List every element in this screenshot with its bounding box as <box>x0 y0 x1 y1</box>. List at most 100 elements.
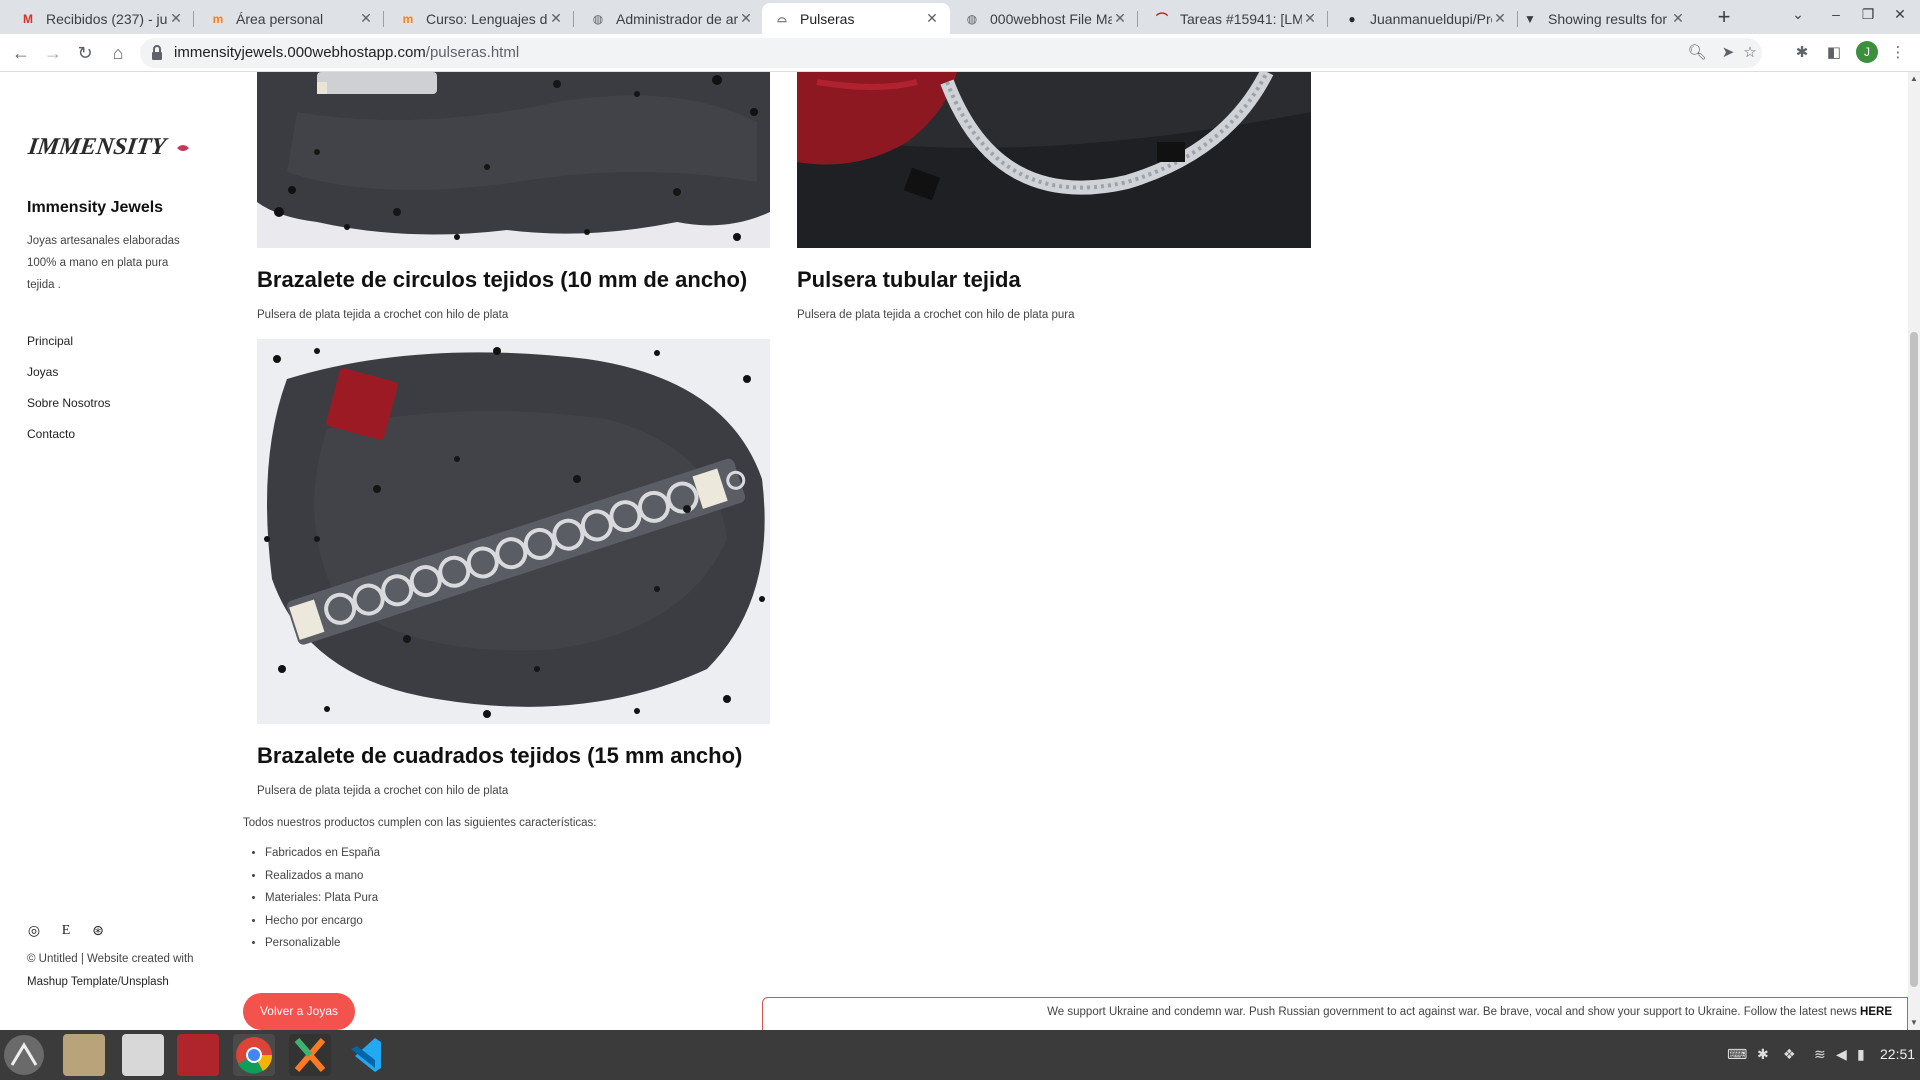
send-icon[interactable]: ➤ <box>1718 43 1738 63</box>
product-image-circulos[interactable] <box>257 72 770 248</box>
tab-search-icon[interactable]: ⌄ <box>1786 6 1810 23</box>
tab-administrador[interactable]: ◍ Administrador de arc ✕ <box>578 3 764 34</box>
close-icon[interactable]: ✕ <box>1112 10 1128 27</box>
restore-icon[interactable]: ❐ <box>1856 6 1880 23</box>
tab-github[interactable]: ● Juanmanueldupi/Pro ✕ <box>1332 3 1518 34</box>
browser-toolbar: ← → ↻ ⌂ immensityjewels.000webhostapp.co… <box>0 34 1920 72</box>
dropbox-icon[interactable]: ❖ <box>1783 1046 1796 1063</box>
close-icon[interactable]: ✕ <box>1492 10 1508 27</box>
tab-title: Juanmanueldupi/Pro <box>1370 10 1492 27</box>
mashup-template-link[interactable]: Mashup Template <box>27 976 118 988</box>
url-host: immensityjewels.000webhostapp.com <box>174 44 426 61</box>
new-tab-button[interactable]: + <box>1710 4 1738 32</box>
files-icon[interactable] <box>63 1034 105 1076</box>
site-title[interactable]: Immensity Jewels <box>27 199 163 217</box>
tab-file-manager[interactable]: ◍ 000webhost File Man ✕ <box>952 3 1138 34</box>
tab-title: 000webhost File Man <box>990 10 1112 27</box>
product-image-cuadrados[interactable] <box>257 339 770 724</box>
xampp-icon[interactable] <box>289 1034 331 1076</box>
launcher-icon[interactable] <box>4 1035 44 1075</box>
tab-showing-results[interactable]: ▼ Showing results for ✕ <box>1510 3 1696 34</box>
product-image-tubular[interactable] <box>797 72 1311 248</box>
menu-item-principal[interactable]: Principal <box>27 334 110 365</box>
bluetooth-icon[interactable]: ✱ <box>1757 1046 1769 1063</box>
list-item: Hecho por encargo <box>265 910 380 933</box>
credit-text: © Untitled | Website created with <box>27 953 194 965</box>
taskbar: ⌨ ✱ ❖ ≋ ◀ ▮ 22:51 <box>0 1030 1920 1080</box>
product-title[interactable]: Pulsera tubular tejida <box>797 267 1021 293</box>
scroll-up-icon[interactable]: ▲ <box>1910 74 1918 83</box>
menu-item-joyas[interactable]: Joyas <box>27 365 110 396</box>
extensions-icon[interactable]: ✱ <box>1790 41 1814 65</box>
tab-title: Curso: Lenguajes de <box>426 10 548 27</box>
tab-curso[interactable]: m Curso: Lenguajes de ✕ <box>388 3 574 34</box>
url-text[interactable]: immensityjewels.000webhostapp.com/pulser… <box>174 44 519 61</box>
keyboard-icon[interactable]: ⌨ <box>1727 1046 1747 1063</box>
file-manager-icon[interactable] <box>122 1034 164 1076</box>
tab-title: Recibidos (237) - jua <box>46 10 168 27</box>
zoom-icon[interactable]: 🔍︎ <box>1687 43 1707 63</box>
profile-avatar[interactable]: J <box>1856 41 1878 63</box>
side-panel-icon[interactable]: ◧ <box>1822 41 1846 65</box>
product-title[interactable]: Brazalete de circulos tejidos (10 mm de … <box>257 267 747 293</box>
banner-text: We support Ukraine and condemn war. Push… <box>1047 1006 1857 1018</box>
tab-title: Área personal <box>236 10 324 27</box>
product-description: Pulsera de plata tejida a crochet con hi… <box>797 309 1075 321</box>
tab-gmail[interactable]: M Recibidos (237) - jua ✕ <box>8 3 194 34</box>
wifi-icon[interactable]: ≋ <box>1814 1046 1826 1063</box>
unsplash-link[interactable]: Unsplash <box>121 976 169 988</box>
main-menu: Principal Joyas Sobre Nosotros Contacto <box>27 334 110 458</box>
banner-here-link[interactable]: HERE <box>1860 1006 1892 1018</box>
bookmark-star-icon[interactable]: ☆ <box>1740 43 1760 63</box>
close-icon[interactable]: ✕ <box>924 10 940 27</box>
product-title[interactable]: Brazalete de cuadrados tejidos (15 mm an… <box>257 743 742 769</box>
close-window-icon[interactable]: ✕ <box>1888 6 1912 23</box>
tab-tareas[interactable]: ⌒ Tareas #15941: [LM ✕ <box>1142 3 1328 34</box>
close-icon[interactable]: ✕ <box>1670 10 1686 27</box>
address-bar[interactable]: immensityjewels.000webhostapp.com/pulser… <box>140 38 1762 68</box>
ukraine-banner: We support Ukraine and condemn war. Push… <box>762 997 1908 1030</box>
volume-icon[interactable]: ◀ <box>1836 1046 1847 1063</box>
features-list: Fabricados en España Realizados a mano M… <box>265 842 380 955</box>
scrollbar-thumb[interactable] <box>1910 332 1918 987</box>
back-icon[interactable]: ← <box>9 41 33 65</box>
moodle-icon: m <box>402 11 414 26</box>
battery-icon[interactable]: ▮ <box>1857 1046 1865 1063</box>
page-scrollbar[interactable]: ▲ ▼ <box>1908 72 1920 1030</box>
github-icon[interactable]: ⊛ <box>91 922 105 939</box>
clock[interactable]: 22:51 <box>1880 1046 1915 1062</box>
page-content: IMMENSITY Immensity Jewels Joyas artesan… <box>0 72 1908 1030</box>
vscode-icon[interactable] <box>345 1034 387 1076</box>
tab-title: Tareas #15941: [LM <box>1180 10 1302 27</box>
site-description: Joyas artesanales elaboradas 100% a mano… <box>27 235 180 291</box>
site-logo[interactable]: IMMENSITY <box>27 128 191 164</box>
url-path: /pulseras.html <box>425 44 520 61</box>
tab-pulseras[interactable]: ⌓ Pulseras ✕ <box>762 3 950 34</box>
terminal-icon[interactable] <box>177 1034 219 1076</box>
back-to-joyas-button[interactable]: Volver a Joyas <box>243 993 355 1030</box>
instagram-icon[interactable]: ◎ <box>27 922 41 939</box>
home-icon[interactable]: ⌂ <box>106 41 130 65</box>
footer-credit: © Untitled | Website created with Mashup… <box>27 948 217 994</box>
close-icon[interactable]: ✕ <box>168 10 184 27</box>
close-icon[interactable]: ✕ <box>548 10 564 27</box>
bracelet-photo <box>257 339 770 724</box>
close-icon[interactable]: ✕ <box>738 10 754 27</box>
close-icon[interactable]: ✕ <box>1302 10 1318 27</box>
scroll-down-icon[interactable]: ▼ <box>1910 1018 1918 1027</box>
etsy-icon[interactable]: E <box>59 923 73 939</box>
forward-icon[interactable]: → <box>41 41 65 65</box>
menu-item-sobre-nosotros[interactable]: Sobre Nosotros <box>27 396 110 427</box>
reload-icon[interactable]: ↻ <box>73 41 97 65</box>
list-item: Fabricados en España <box>265 842 380 865</box>
lock-icon[interactable] <box>150 44 164 62</box>
menu-item-contacto[interactable]: Contacto <box>27 427 110 458</box>
chrome-icon[interactable] <box>233 1034 275 1076</box>
close-icon[interactable]: ✕ <box>358 10 374 27</box>
redmine-icon: ⌒ <box>1155 12 1168 26</box>
tab-title: Showing results for <box>1548 10 1668 27</box>
list-item: Realizados a mano <box>265 865 380 888</box>
menu-icon[interactable]: ⋮ <box>1886 41 1910 65</box>
minimize-icon[interactable]: – <box>1824 6 1848 22</box>
tab-area-personal[interactable]: m Área personal ✕ <box>198 3 384 34</box>
